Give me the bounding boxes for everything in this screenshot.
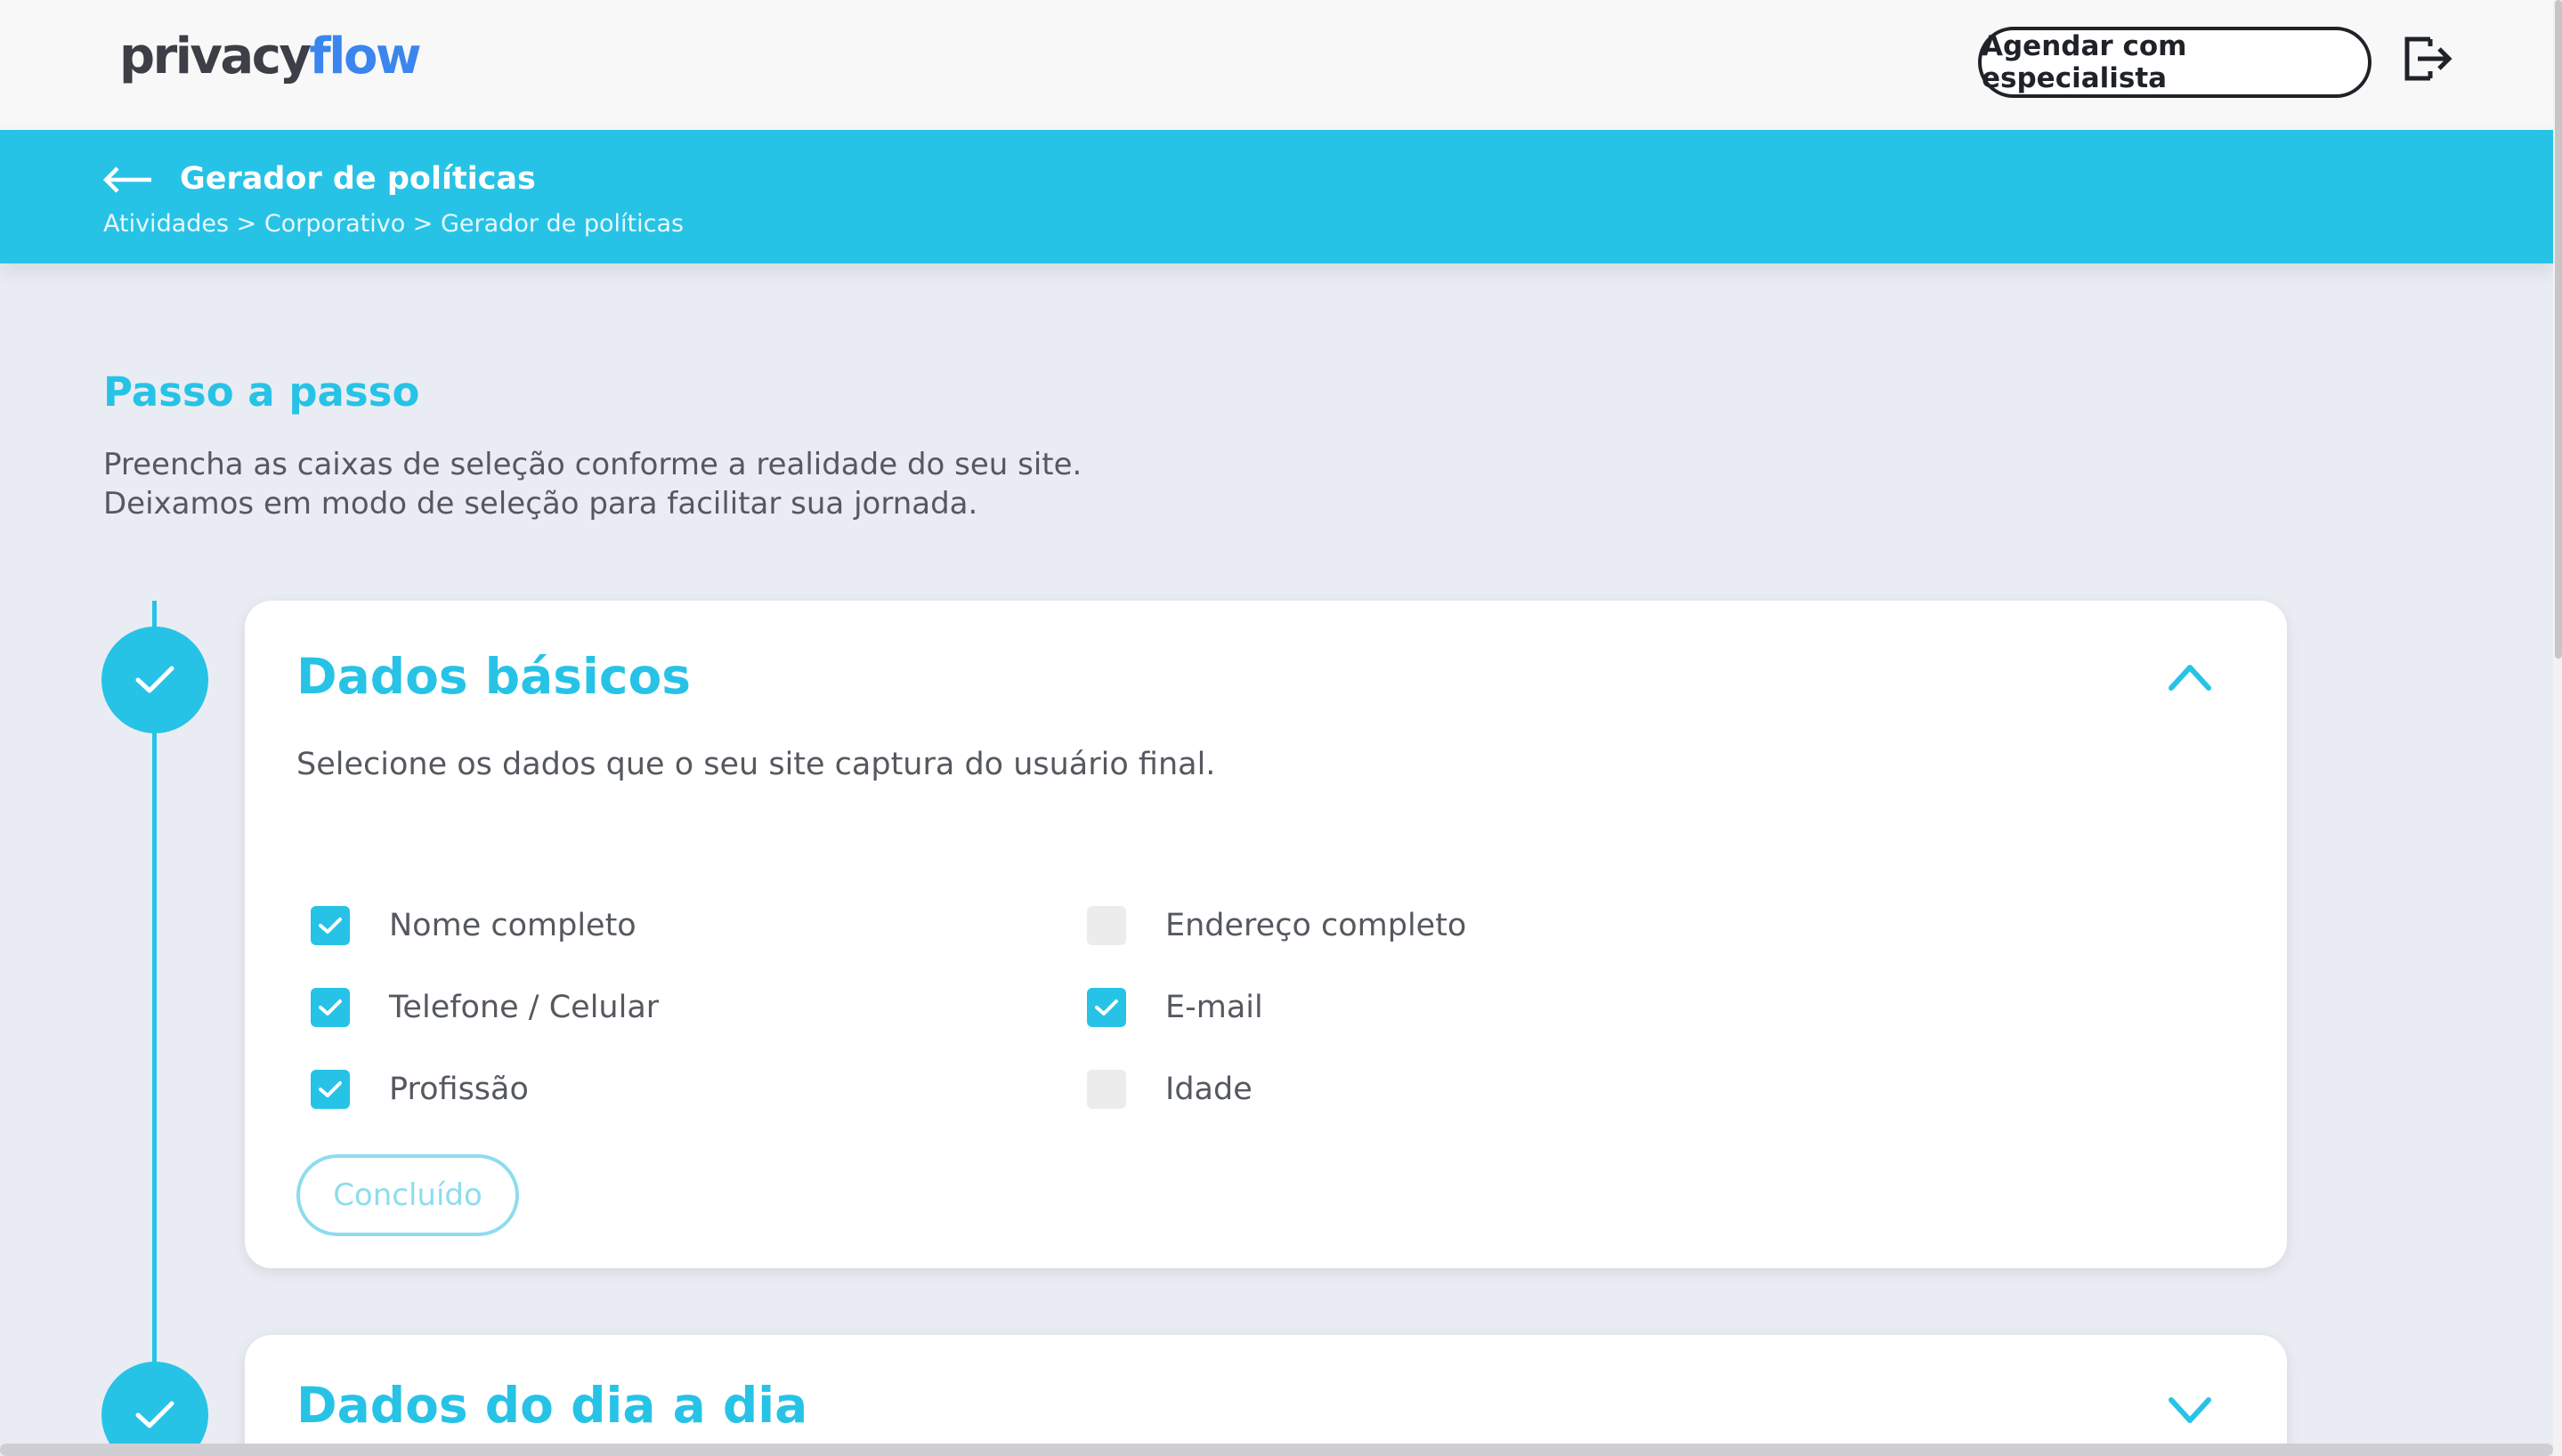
option-profession[interactable]: Profissão [311,1067,529,1112]
step-2-check-icon [101,1362,208,1456]
option-full-name[interactable]: Nome completo [311,903,636,948]
option-label: E-mail [1165,990,1263,1025]
option-email[interactable]: E-mail [1087,985,1263,1030]
logo-text-privacy: privacy [119,28,312,85]
checkbox[interactable] [311,906,350,945]
schedule-specialist-button[interactable]: Agendar com especialista [1978,27,2371,98]
logo-text-flow: flow [309,28,421,85]
done-button[interactable]: Concluído [296,1154,519,1236]
chevron-up-icon[interactable] [2168,661,2212,692]
card-subtitle: Selecione os dados que o seu site captur… [296,747,1216,782]
option-phone[interactable]: Telefone / Celular [311,985,659,1030]
checkbox[interactable] [311,988,350,1027]
arrow-left-icon[interactable] [102,166,153,194]
description-line-2: Deixamos em modo de seleção para facilit… [103,486,978,522]
option-label: Nome completo [389,908,636,943]
section-title: Passo a passo [103,368,420,416]
page-header-banner: Gerador de políticas Atividades > Corpor… [0,130,2553,263]
vertical-scrollbar-thumb[interactable] [2555,0,2562,659]
top-bar: privacyflow Agendar com especialista [0,0,2553,130]
option-label: Idade [1165,1072,1253,1107]
option-label: Endereço completo [1165,908,1467,943]
chevron-down-icon[interactable] [2168,1395,2212,1426]
step-card-basic-data: Dados básicos Selecione os dados que o s… [245,601,2287,1268]
page-title: Gerador de políticas [180,161,536,197]
option-full-address[interactable]: Endereço completo [1087,903,1466,948]
option-label: Profissão [389,1072,529,1107]
card-title: Dados do dia a dia [296,1377,808,1434]
checkbox[interactable] [1087,988,1126,1027]
checkbox[interactable] [1087,906,1126,945]
option-label: Telefone / Celular [389,990,660,1025]
breadcrumb: Atividades > Corporativo > Gerador de po… [103,210,685,238]
step-1-check-icon [101,627,208,733]
checkbox[interactable] [311,1070,350,1109]
horizontal-scrollbar[interactable] [0,1444,2553,1456]
section-description: Preencha as caixas de seleção conforme a… [103,445,1082,523]
logo[interactable]: privacyflow [119,25,422,89]
description-line-1: Preencha as caixas de seleção conforme a… [103,447,1082,482]
logout-icon[interactable] [2400,32,2453,85]
step-card-daily-data[interactable]: Dados do dia a dia [245,1335,2287,1456]
option-age[interactable]: Idade [1087,1067,1253,1112]
checkbox[interactable] [1087,1070,1126,1109]
card-title: Dados básicos [296,648,692,705]
